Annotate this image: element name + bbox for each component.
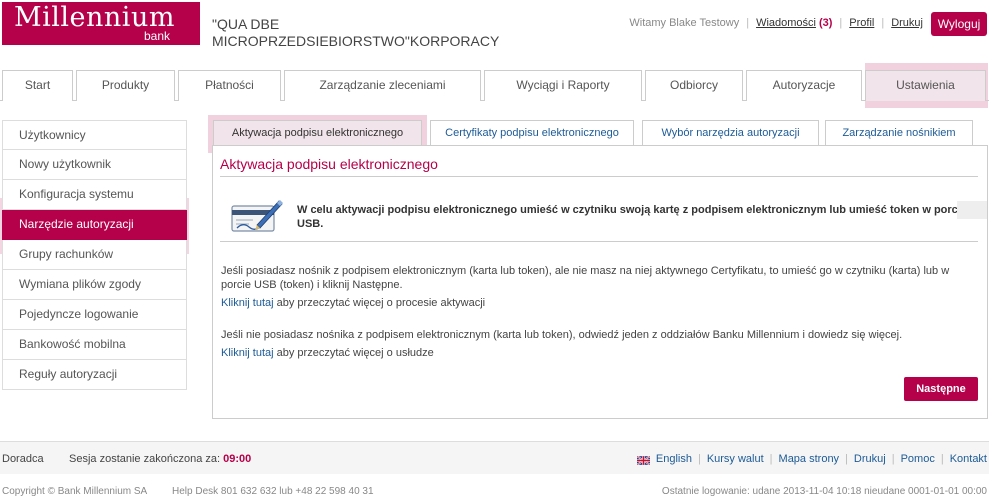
print-link[interactable]: Drukuj [891, 17, 923, 29]
sidebar-item-konfiguracja-systemu[interactable]: Konfiguracja systemu [2, 180, 187, 210]
sidebar-item-pojedyncze-logowanie[interactable]: Pojedyncze logowanie [2, 300, 187, 330]
footer-link-pomoc[interactable]: Pomoc [901, 453, 935, 465]
profile-link[interactable]: Profil [849, 17, 874, 29]
read-more-activation-link[interactable]: Kliknij tutaj [221, 297, 274, 309]
helpdesk-info: Help Desk 801 632 632 lub +48 22 598 40 … [172, 486, 374, 497]
footer-link-mapa-strony[interactable]: Mapa strony [779, 453, 840, 465]
tab-wyciagi-raporty[interactable]: Wyciągi i Raporty [484, 70, 642, 101]
logo-sub-text: bank [143, 29, 170, 43]
info-divider [220, 241, 978, 242]
session-timer: 09:00 [223, 453, 252, 465]
sidebar: Użytkownicy Nowy użytkownik Konfiguracja… [2, 120, 187, 390]
paragraph-has-token: Jeśli posiadasz nośnik z podpisem elektr… [221, 265, 950, 291]
read-more-service-link[interactable]: Kliknij tutaj [221, 347, 274, 359]
uk-flag-icon [636, 455, 650, 465]
footer-link-english[interactable]: English [656, 453, 692, 465]
logout-button[interactable]: Wyloguj [931, 12, 987, 36]
sidebar-item-uzytkownicy[interactable]: Użytkownicy [2, 120, 187, 150]
messages-link[interactable]: Wiadomości [756, 17, 816, 29]
welcome-text: Witamy Blake Testowy [629, 17, 740, 29]
subtab-zarzadzanie-nosnikiem[interactable]: Zarządzanie nośnikiem [825, 120, 973, 145]
tab-produkty[interactable]: Produkty [76, 70, 175, 101]
tab-start[interactable]: Start [2, 70, 73, 101]
link-line-2: Kliknij tutaj aby przeczytać więcej o us… [221, 346, 981, 360]
sidebar-item-wymiana-plikow-zgody[interactable]: Wymiana plików zgody [2, 270, 187, 300]
tab-odbiorcy[interactable]: Odbiorcy [645, 70, 743, 101]
footer-bar: Doradca Sesja zostanie zakończona za: 09… [0, 441, 989, 474]
link-2-suffix: aby przeczytać więcej o usłudze [273, 347, 434, 359]
separator: | [940, 453, 944, 465]
separator: | [746, 17, 750, 29]
footer-links: English | Kursy walut | Mapa strony | Dr… [636, 453, 987, 465]
sidebar-item-nowy-uzytkownik[interactable]: Nowy użytkownik [2, 150, 187, 180]
signature-card-icon [231, 200, 283, 232]
main-tabs: Start Produkty Płatności Zarządzanie zle… [0, 70, 989, 101]
footer-link-drukuj[interactable]: Drukuj [854, 453, 886, 465]
top-links: Witamy Blake Testowy | Wiadomości (3) | … [629, 17, 923, 29]
separator: | [881, 17, 885, 29]
link-1-suffix: aby przeczytać więcej o procesie aktywac… [273, 297, 486, 309]
separator: | [769, 453, 773, 465]
sidebar-item-narzedzie-autoryzacji[interactable]: Narzędzie autoryzacji [2, 210, 187, 240]
footer-link-kontakt[interactable]: Kontakt [950, 453, 987, 465]
link-line-1: Kliknij tutaj aby przeczytać więcej o pr… [221, 296, 981, 310]
sidebar-item-bankowosc-mobilna[interactable]: Bankowość mobilna [2, 330, 187, 360]
footer-bottom: Copyright © Bank Millennium SA Help Desk… [0, 475, 989, 500]
messages-count: (3) [818, 17, 833, 29]
tab-autoryzacje[interactable]: Autoryzacje [746, 70, 862, 101]
tab-platnosci[interactable]: Płatności [178, 70, 281, 101]
subtab-aktywacja-podpisu[interactable]: Aktywacja podpisu elektronicznego [213, 120, 422, 145]
subtab-certyfikaty-podpisu[interactable]: Certyfikaty podpisu elektronicznego [430, 120, 634, 145]
company-name: "QUA DBE MICROPRZEDSIEBIORSTWO"KORPORACY [212, 16, 500, 49]
title-divider [220, 176, 978, 177]
last-login-info: Ostatnie logowanie: udane 2013-11-04 10:… [661, 486, 987, 497]
separator: | [697, 453, 701, 465]
info-box-edge [957, 201, 987, 219]
session-label: Sesja zostanie zakończona za: [69, 453, 221, 465]
info-message: W celu aktywacji podpisu elektronicznego… [297, 204, 967, 230]
sidebar-item-reguly-autoryzacji[interactable]: Reguły autoryzacji [2, 360, 187, 390]
content-panel: Aktywacja podpisu elektronicznego W celu… [212, 145, 988, 419]
separator: | [891, 453, 895, 465]
session-info: Sesja zostanie zakończona za: 09:00 [69, 453, 251, 465]
sidebar-item-grupy-rachunkow[interactable]: Grupy rachunków [2, 240, 187, 270]
tab-ustawienia[interactable]: Ustawienia [865, 70, 986, 101]
page-title: Aktywacja podpisu elektronicznego [220, 156, 438, 172]
advisor-link[interactable]: Doradca [2, 453, 44, 465]
copyright: Copyright © Bank Millennium SA [2, 486, 148, 497]
subtab-wybor-narzedzia[interactable]: Wybór narzędzia autoryzacji [642, 120, 819, 145]
next-button[interactable]: Następne [904, 377, 978, 401]
paragraph-no-token: Jeśli nie posiadasz nośnika z podpisem e… [221, 329, 903, 341]
separator: | [839, 17, 843, 29]
tab-zarzadzanie-zleceniami[interactable]: Zarządzanie zleceniami [284, 70, 481, 101]
separator: | [845, 453, 848, 465]
logo: Millennium bank [2, 2, 200, 45]
footer-link-kursy-walut[interactable]: Kursy walut [707, 453, 764, 465]
